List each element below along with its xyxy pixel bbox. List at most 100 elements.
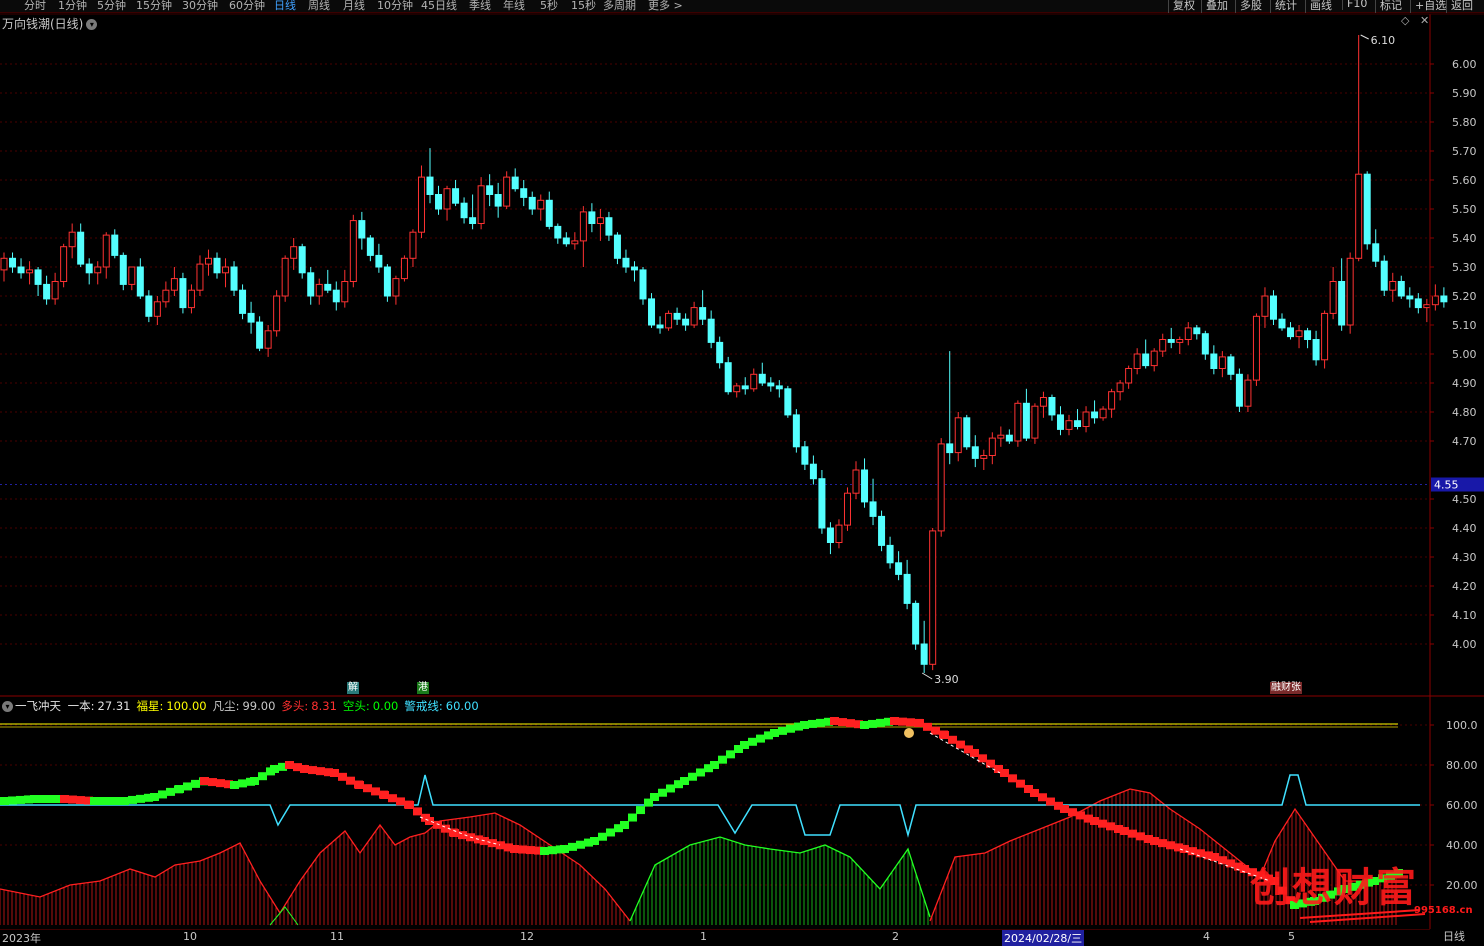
price-tick-label: 5.00 [1452,348,1477,361]
date-label-1: 10 [183,930,197,943]
high-label: 6.10 [1371,34,1396,47]
candle-body [34,269,42,285]
candle-body [503,176,511,207]
candle-body [1227,356,1235,375]
ribbon-block [413,807,422,816]
candle-body [988,437,996,457]
candle-body [861,469,869,503]
candle-body [77,231,85,265]
candle-body [153,301,161,317]
ribbon-block [1008,774,1017,783]
candle-body [1031,405,1039,439]
peak-marker-icon [904,728,914,738]
candle-body [954,417,962,454]
low-label: 3.90 [934,673,959,686]
ribbon-block [208,778,217,787]
legend-item-2: 凡尘: 99.00 [212,699,276,713]
flag-rong-cai-zhang[interactable]: 融财张 [1270,682,1302,694]
candle-body [426,176,434,196]
candle-body [741,385,749,390]
candle-body [298,246,306,274]
chevron-down-icon[interactable]: ▾ [2,701,13,712]
candle-body [1125,368,1133,384]
ribbon-block [1068,808,1077,817]
candle-body [1397,281,1405,297]
ribbon-block [726,750,735,759]
ribbon-block [1150,837,1159,845]
ribbon-block [425,817,434,825]
ribbon-block [166,787,175,796]
candle-body [128,266,136,285]
ribbon-block [666,784,675,793]
ribbon-block [710,761,719,769]
candle-body [724,362,732,393]
ribbon-block [1046,797,1055,806]
candle-body [341,281,349,303]
candle-body [571,240,579,245]
current-price-label: 4.55 [1434,479,1459,492]
flag-jie[interactable]: 解 [347,682,359,694]
ribbon-block [158,790,167,799]
price-tick-label: 5.80 [1452,116,1477,129]
candle-body [1278,318,1286,329]
ribbon-block [396,797,405,806]
candle-body [26,269,34,274]
ribbon-block [658,788,667,797]
candle-body [1235,373,1243,407]
ribbon-block [68,795,77,804]
candle-body [903,573,911,604]
candle-body [1150,350,1158,367]
ribbon-block [1030,789,1039,797]
ribbon-block [1098,819,1107,828]
ribbon-block [560,845,569,853]
candle-body [264,330,272,349]
flag-gang[interactable]: 港 [417,682,429,694]
candle-body [332,289,340,303]
candle-body [886,544,894,564]
candle-body [613,234,621,259]
candle-body [630,266,638,271]
candle-body [162,289,170,303]
candle-body [622,257,630,268]
ribbon-block [846,719,855,728]
candle-body [170,278,178,291]
ribbon-block [756,734,765,743]
price-tick-label: 4.20 [1452,580,1477,593]
ribbon-block [1158,839,1167,848]
date-label-2: 11 [330,930,344,943]
ribbon-block [16,795,25,804]
candle-body [673,312,681,320]
candle-body [656,324,664,329]
price-tick-label: 4.00 [1452,638,1477,651]
price-tick-label: 4.40 [1452,522,1477,535]
indicator-name: 一飞冲天 [15,699,61,713]
candle-body [937,443,945,532]
indicator-legend: ▾ 一飞冲天 一本: 27.31 福星: 100.00 凡尘: 99.00 多头: 8.31 空头… [2,698,488,714]
ribbon-block [948,735,957,744]
ribbon-block [183,782,192,791]
candle-body [1380,260,1388,291]
ribbon-block [915,719,924,727]
period-label[interactable]: 日线 [1443,928,1465,944]
ribbon-block [90,797,99,805]
ribbon-block [300,765,309,773]
candle-body [750,373,758,390]
ribbon-block [330,769,339,777]
candle-body [963,417,971,448]
candle-body [1406,295,1414,300]
candle-body [94,266,102,274]
candle-body [307,272,315,297]
candle-body [971,446,979,459]
candle-body [119,254,127,285]
kline-chart[interactable]: 6.10 3.90 6.00 5.90 5.80 5.70 5.60 5.50 5.40 5.3… [0,0,1484,943]
ribbon-block [986,759,995,768]
ribbon-block [258,772,267,781]
candle-body [273,295,281,332]
ribbon-block [1106,822,1115,831]
ribbon-block [1210,853,1219,861]
candle-body [1014,402,1022,442]
candle-body [1355,173,1363,259]
candle-body [1167,339,1175,343]
candle-body [1304,330,1312,340]
candle-body [1244,379,1252,407]
